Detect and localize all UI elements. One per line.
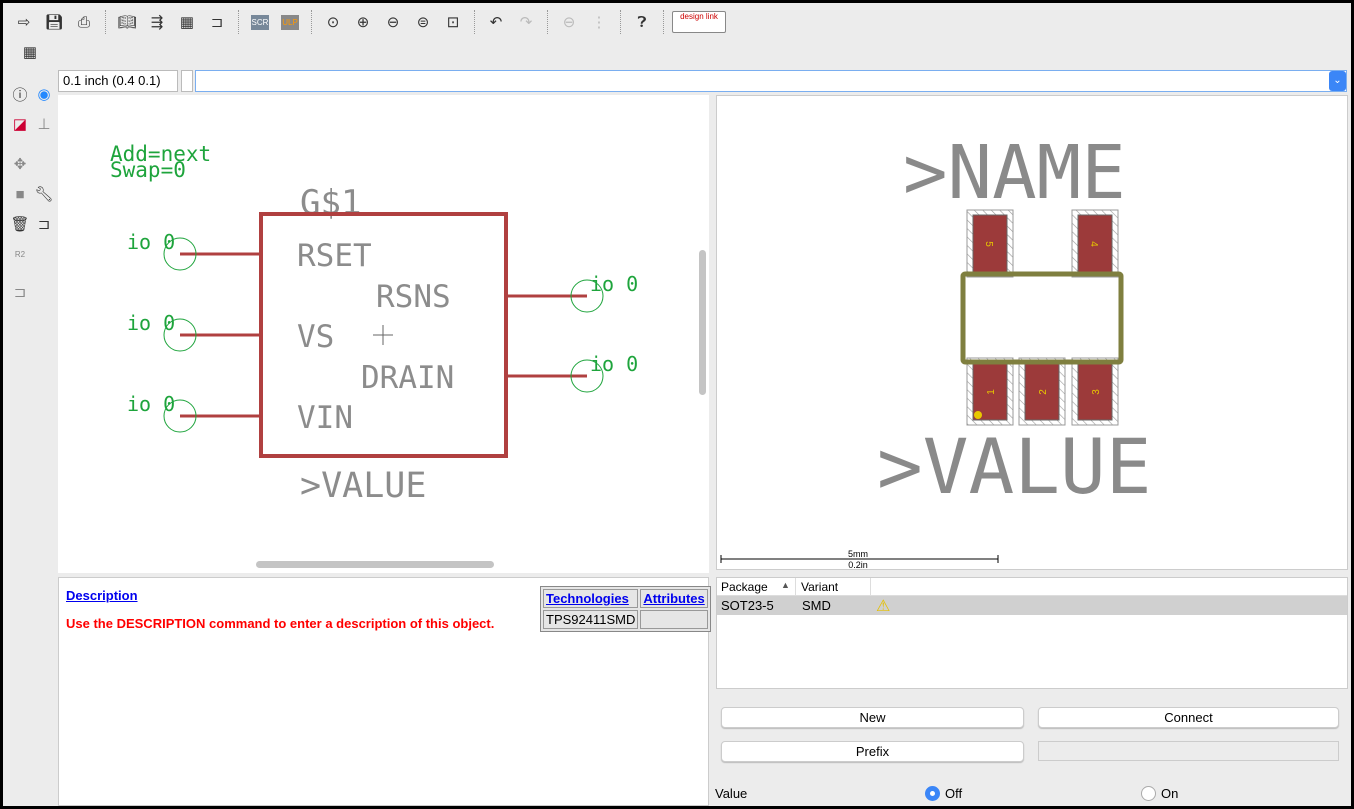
pin-name-rsns: RSNS [376,279,451,315]
variant-column-header[interactable]: Variant [795,578,838,596]
description-message: Use the DESCRIPTION command to enter a d… [66,616,495,631]
add-gate-icon[interactable]: ⊐ [31,211,57,237]
zoom-select-icon[interactable]: ⊡ [440,9,466,35]
package-list: Package ▲ Variant SOT23-5 SMD ⚠ [716,577,1348,689]
command-history-dropdown[interactable]: ⌄ [1329,71,1346,91]
gate-name: G$1 [300,183,361,223]
pad-number: 4 [1088,241,1099,247]
move-icon[interactable]: ✥ [7,151,33,177]
attribute-cell[interactable] [640,610,708,629]
command-input[interactable] [195,70,1347,92]
attributes-link[interactable]: Attributes [643,591,704,606]
value-placeholder: >VALUE [300,466,426,506]
package-column-header[interactable]: Package [721,580,768,594]
stop-icon[interactable]: ⊖ [556,9,582,35]
undo-icon[interactable]: ↶ [483,9,509,35]
connect-button[interactable]: Connect [1038,707,1339,728]
pin-io-label: io 0 [127,392,175,416]
prefix-button[interactable]: Prefix [721,741,1024,762]
pin1-marker [974,411,982,419]
pin-name-vin: VIN [297,400,353,436]
value-off-radio[interactable] [925,786,940,801]
library-icon[interactable]: 📖︎ [114,9,140,35]
package-outline [960,271,1124,365]
description-link[interactable]: Description [66,588,138,603]
gate-icon[interactable]: ⊐ [204,9,230,35]
save-icon[interactable]: 💾︎ [41,9,67,35]
pin-io-label: io 0 [590,352,638,376]
package-name: SOT23-5 [721,598,774,613]
horizontal-scrollbar[interactable] [256,561,494,568]
zoom-redraw-icon[interactable]: ⊜ [410,9,436,35]
pin-io-label: io 0 [127,311,175,335]
description-panel: Description Use the DESCRIPTION command … [58,577,711,806]
pad-number: 5 [983,241,994,247]
layer-icon[interactable]: ◪ [7,111,33,137]
redo-icon[interactable]: ↷ [513,9,539,35]
scale-mm: 5mm [848,549,868,559]
show-icon[interactable]: ◉ [31,81,57,107]
mark-icon[interactable]: ⊥ [31,111,57,137]
technology-cell[interactable]: TPS92411SMD [543,610,639,629]
value-on-label: On [1161,786,1179,801]
pin-swap-icon[interactable]: ⇶ [144,9,170,35]
device-editor-window: ⇨ 💾︎ ⎙ 📖︎ ⇶ ▦ ⊐ SCR ULP ⊙ ⊕ ⊖ ⊜ ⊡ ↶ ↷ ⊖ … [3,3,1351,806]
name-placeholder: >NAME [903,130,1126,216]
warning-icon: ⚠ [876,598,891,615]
delete-icon[interactable]: 🗑︎ [7,211,33,237]
grid-display: 0.1 inch (0.4 0.1) [58,70,178,92]
script-icon[interactable]: SCR [247,9,273,35]
zoom-fit-icon[interactable]: ⊙ [320,9,346,35]
value-off-label: Off [945,786,963,801]
package-row[interactable]: SOT23-5 SMD ⚠ [717,596,1347,615]
sort-ascending-icon: ▲ [781,580,790,590]
pin-name-drain: DRAIN [361,360,454,396]
zoom-in-icon[interactable]: ⊕ [350,9,376,35]
grid-icon[interactable]: ▦ [17,39,43,65]
swap-text: Swap=0 [110,158,186,182]
package-list-header: Package ▲ Variant [717,578,1347,596]
pin-io-label: io 0 [590,272,638,296]
open-icon[interactable]: ⇨ [11,9,37,35]
value-label: Value [715,786,748,801]
crosshair-cursor [373,325,393,345]
wrench-icon[interactable]: 🔧︎ [31,181,57,207]
go-icon[interactable]: ⋮ [586,9,612,35]
main-toolbar: ⇨ 💾︎ ⎙ 📖︎ ⇶ ▦ ⊐ SCR ULP ⊙ ⊕ ⊖ ⊜ ⊡ ↶ ↷ ⊖ … [11,7,726,37]
value-icon[interactable]: R2 [7,241,33,267]
new-button[interactable]: New [721,707,1024,728]
value-on-radio[interactable] [1141,786,1156,801]
pad-number: 3 [1091,389,1102,395]
zoom-out-icon[interactable]: ⊖ [380,9,406,35]
pin-name-rset: RSET [297,238,372,274]
symbol-canvas[interactable]: Add=next Swap=0 G$1 io 0 io 0 io 0 io 0 io 0… [58,95,709,573]
print-icon[interactable]: ⎙ [71,9,97,35]
vertical-scrollbar[interactable] [699,250,706,395]
ic-icon[interactable]: ▦ [174,9,200,35]
variant-name: SMD [802,598,831,613]
package-preview: >NAME 1 2 3 4 5 >VALUE 5mm 0.2in [716,95,1348,570]
designlink-button[interactable]: design link [672,11,726,33]
help-icon[interactable]: ❓︎ [629,9,655,35]
rectangle-icon[interactable]: ■ [7,181,33,207]
value-placeholder: >VALUE [877,422,1152,511]
info-icon[interactable]: ⓘ [7,81,33,107]
scale-in: 0.2in [848,560,868,570]
pad-number: 1 [986,389,997,395]
pin-name-vs: VS [297,319,334,355]
command-prefix [181,70,193,92]
ulp-icon[interactable]: ULP [277,9,303,35]
technologies-link[interactable]: Technologies [546,591,629,606]
attribute-icon[interactable]: ⊐ [7,279,33,305]
technologies-table: Technologies Attributes TPS92411SMD [540,586,711,632]
prefix-field [1038,741,1339,761]
pad-number: 2 [1038,389,1049,395]
pin-io-label: io 0 [127,230,175,254]
